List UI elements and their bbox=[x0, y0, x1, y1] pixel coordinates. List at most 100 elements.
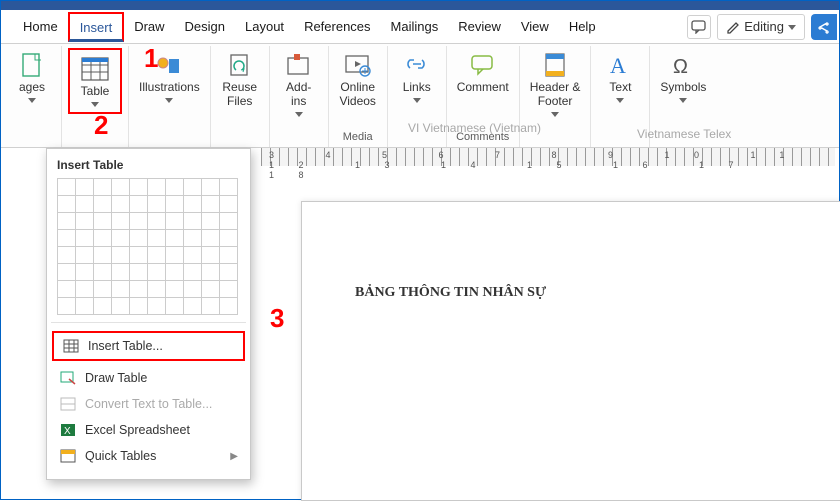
grid-cell[interactable] bbox=[129, 178, 148, 196]
grid-cell[interactable] bbox=[201, 212, 220, 230]
symbols-button[interactable]: Ω Symbols bbox=[656, 48, 710, 106]
grid-cell[interactable] bbox=[129, 246, 148, 264]
grid-cell[interactable] bbox=[111, 229, 130, 247]
grid-cell[interactable] bbox=[93, 178, 112, 196]
grid-cell[interactable] bbox=[129, 263, 148, 281]
grid-cell[interactable] bbox=[57, 280, 76, 298]
grid-cell[interactable] bbox=[111, 246, 130, 264]
grid-cell[interactable] bbox=[129, 280, 148, 298]
grid-cell[interactable] bbox=[183, 178, 202, 196]
grid-cell[interactable] bbox=[57, 297, 76, 315]
grid-cell[interactable] bbox=[75, 229, 94, 247]
grid-cell[interactable] bbox=[219, 246, 238, 264]
grid-cell[interactable] bbox=[183, 280, 202, 298]
grid-cell[interactable] bbox=[129, 195, 148, 213]
grid-cell[interactable] bbox=[129, 229, 148, 247]
horizontal-ruler[interactable]: 3 4 5 6 7 8 9 10 11 12 13 14 15 16 17 18 bbox=[261, 148, 835, 166]
grid-cell[interactable] bbox=[201, 195, 220, 213]
grid-cell[interactable] bbox=[201, 178, 220, 196]
grid-cell[interactable] bbox=[75, 178, 94, 196]
grid-cell[interactable] bbox=[129, 212, 148, 230]
grid-cell[interactable] bbox=[219, 195, 238, 213]
grid-cell[interactable] bbox=[75, 246, 94, 264]
tab-help[interactable]: Help bbox=[559, 13, 606, 40]
grid-cell[interactable] bbox=[75, 195, 94, 213]
grid-cell[interactable] bbox=[165, 263, 184, 281]
tab-mailings[interactable]: Mailings bbox=[381, 13, 449, 40]
grid-cell[interactable] bbox=[111, 263, 130, 281]
tab-review[interactable]: Review bbox=[448, 13, 511, 40]
table-size-grid[interactable] bbox=[51, 178, 246, 314]
grid-cell[interactable] bbox=[75, 263, 94, 281]
grid-cell[interactable] bbox=[111, 195, 130, 213]
grid-cell[interactable] bbox=[111, 212, 130, 230]
tab-layout[interactable]: Layout bbox=[235, 13, 294, 40]
grid-cell[interactable] bbox=[165, 246, 184, 264]
reuse-files-button[interactable]: Reuse Files bbox=[217, 48, 263, 112]
addins-button[interactable]: Add- ins bbox=[276, 48, 322, 120]
grid-cell[interactable] bbox=[57, 263, 76, 281]
comments-header-button[interactable] bbox=[687, 15, 711, 39]
grid-cell[interactable] bbox=[57, 212, 76, 230]
grid-cell[interactable] bbox=[75, 212, 94, 230]
menu-insert-table[interactable]: Insert Table... bbox=[52, 331, 245, 361]
grid-cell[interactable] bbox=[201, 280, 220, 298]
grid-cell[interactable] bbox=[93, 246, 112, 264]
grid-cell[interactable] bbox=[165, 195, 184, 213]
grid-cell[interactable] bbox=[57, 178, 76, 196]
grid-cell[interactable] bbox=[165, 178, 184, 196]
tab-draw[interactable]: Draw bbox=[124, 13, 174, 40]
grid-cell[interactable] bbox=[219, 280, 238, 298]
grid-cell[interactable] bbox=[183, 263, 202, 281]
share-button[interactable] bbox=[811, 14, 837, 40]
grid-cell[interactable] bbox=[201, 263, 220, 281]
tab-home[interactable]: Home bbox=[13, 13, 68, 40]
menu-draw-table[interactable]: Draw Table bbox=[51, 365, 246, 391]
grid-cell[interactable] bbox=[93, 263, 112, 281]
tab-references[interactable]: References bbox=[294, 13, 380, 40]
grid-cell[interactable] bbox=[129, 297, 148, 315]
grid-cell[interactable] bbox=[93, 229, 112, 247]
comment-button[interactable]: Comment bbox=[453, 48, 513, 98]
tab-insert[interactable]: Insert bbox=[68, 12, 125, 42]
grid-cell[interactable] bbox=[219, 229, 238, 247]
grid-cell[interactable] bbox=[219, 212, 238, 230]
grid-cell[interactable] bbox=[183, 229, 202, 247]
grid-cell[interactable] bbox=[111, 178, 130, 196]
text-button[interactable]: A Text bbox=[597, 48, 643, 106]
grid-cell[interactable] bbox=[219, 297, 238, 315]
grid-cell[interactable] bbox=[201, 297, 220, 315]
grid-cell[interactable] bbox=[57, 229, 76, 247]
grid-cell[interactable] bbox=[93, 195, 112, 213]
grid-cell[interactable] bbox=[147, 178, 166, 196]
grid-cell[interactable] bbox=[57, 195, 76, 213]
grid-cell[interactable] bbox=[147, 229, 166, 247]
pages-button[interactable]: ages bbox=[9, 48, 55, 106]
grid-cell[interactable] bbox=[183, 212, 202, 230]
grid-cell[interactable] bbox=[147, 195, 166, 213]
grid-cell[interactable] bbox=[75, 297, 94, 315]
grid-cell[interactable] bbox=[183, 297, 202, 315]
grid-cell[interactable] bbox=[147, 297, 166, 315]
grid-cell[interactable] bbox=[111, 280, 130, 298]
grid-cell[interactable] bbox=[219, 178, 238, 196]
grid-cell[interactable] bbox=[75, 280, 94, 298]
grid-cell[interactable] bbox=[219, 263, 238, 281]
grid-cell[interactable] bbox=[93, 212, 112, 230]
links-button[interactable]: Links bbox=[394, 48, 440, 106]
grid-cell[interactable] bbox=[183, 246, 202, 264]
grid-cell[interactable] bbox=[93, 280, 112, 298]
grid-cell[interactable] bbox=[201, 246, 220, 264]
grid-cell[interactable] bbox=[147, 246, 166, 264]
editing-mode-button[interactable]: Editing bbox=[717, 14, 805, 40]
tab-view[interactable]: View bbox=[511, 13, 559, 40]
grid-cell[interactable] bbox=[147, 212, 166, 230]
grid-cell[interactable] bbox=[165, 280, 184, 298]
tab-design[interactable]: Design bbox=[175, 13, 235, 40]
grid-cell[interactable] bbox=[147, 280, 166, 298]
table-button[interactable]: Table bbox=[72, 52, 118, 110]
grid-cell[interactable] bbox=[165, 212, 184, 230]
grid-cell[interactable] bbox=[183, 195, 202, 213]
grid-cell[interactable] bbox=[165, 297, 184, 315]
grid-cell[interactable] bbox=[201, 229, 220, 247]
